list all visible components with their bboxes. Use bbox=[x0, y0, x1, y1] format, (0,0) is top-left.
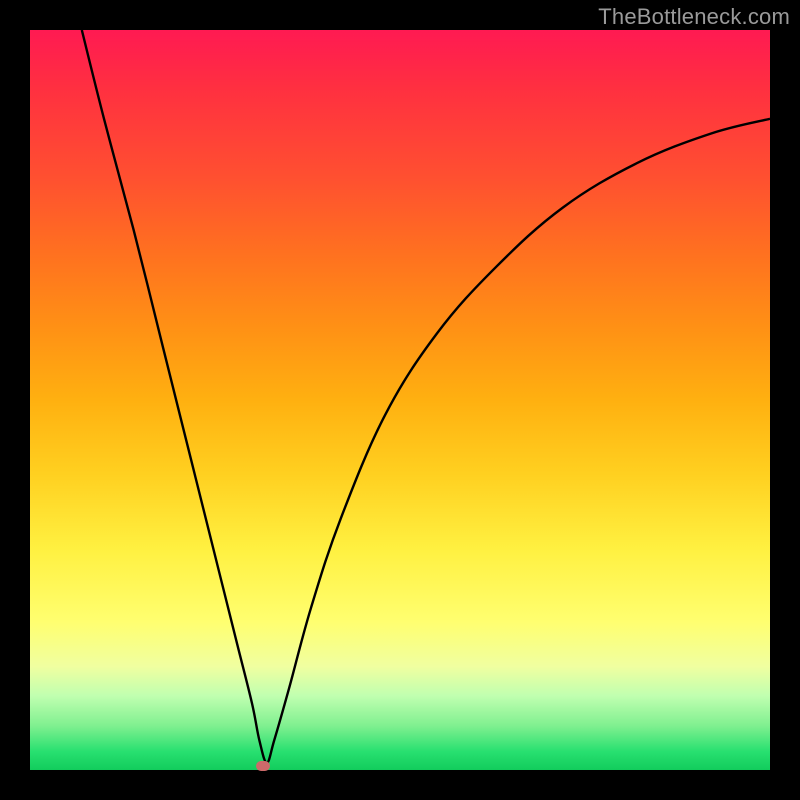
bottleneck-curve bbox=[30, 30, 770, 770]
watermark-text: TheBottleneck.com bbox=[598, 4, 790, 30]
minimum-marker bbox=[256, 761, 270, 771]
plot-area bbox=[30, 30, 770, 770]
